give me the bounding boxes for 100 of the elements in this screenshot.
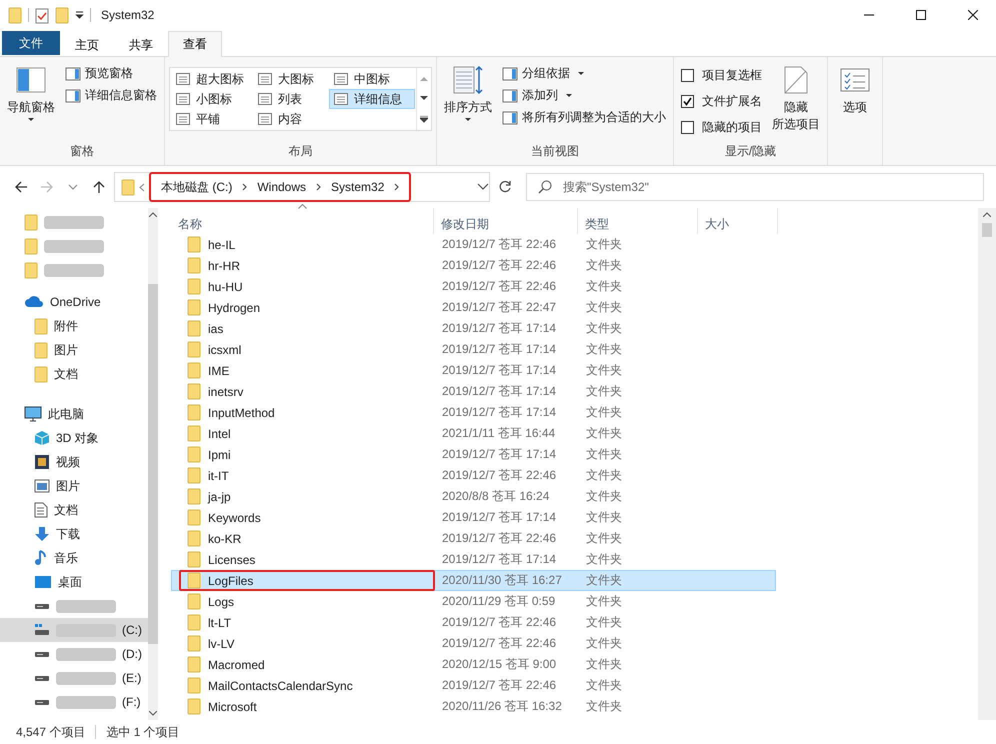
file-row[interactable]: Logs 2020/11/29 苍耳 0:59 文件夹 bbox=[171, 591, 776, 612]
breadcrumb[interactable]: 本地磁盘 (C:) bbox=[161, 178, 232, 196]
sidebar-item[interactable]: 文档 bbox=[0, 498, 148, 522]
breadcrumb[interactable]: System32 bbox=[331, 180, 384, 194]
layout-option[interactable]: 大图标 bbox=[254, 70, 328, 88]
file-row[interactable]: ias 2019/12/7 苍耳 17:14 文件夹 bbox=[171, 318, 776, 339]
dropdown-icon[interactable] bbox=[75, 11, 84, 19]
file-row[interactable]: Intel 2021/1/11 苍耳 16:44 文件夹 bbox=[171, 423, 776, 444]
sidebar-label[interactable]: OneDrive bbox=[50, 295, 101, 309]
checkbox[interactable] bbox=[681, 121, 694, 134]
column-header[interactable]: 修改日期 bbox=[434, 208, 578, 234]
sidebar-label[interactable]: 图片 bbox=[56, 478, 80, 494]
sidebar-label[interactable]: 此电脑 bbox=[48, 406, 84, 422]
layout-option[interactable]: 内容 bbox=[254, 110, 328, 128]
layout-option[interactable]: 超大图标 bbox=[172, 70, 252, 88]
layout-option[interactable]: 中图标 bbox=[330, 70, 414, 88]
ribbon-button[interactable]: 添加列 bbox=[499, 85, 669, 106]
file-row[interactable]: ko-KR 2019/12/7 苍耳 22:46 文件夹 bbox=[171, 528, 776, 549]
ribbon-button[interactable]: 将所有列调整为合适的大小 bbox=[499, 107, 669, 128]
sidebar-item[interactable]: (F:) bbox=[0, 690, 148, 714]
scroll-thumb[interactable] bbox=[982, 223, 992, 237]
file-row[interactable]: IME 2019/12/7 苍耳 17:14 文件夹 bbox=[171, 360, 776, 381]
checkbox-label[interactable]: 隐藏的项目 bbox=[702, 119, 762, 136]
layout-option[interactable]: 详细信息 bbox=[330, 90, 414, 108]
sidebar-label[interactable]: (E:) bbox=[122, 671, 142, 685]
file-row[interactable]: he-IL 2019/12/7 苍耳 22:46 文件夹 bbox=[171, 234, 776, 255]
ribbon-tab[interactable]: 共享 bbox=[114, 32, 168, 57]
layout-option[interactable]: 列表 bbox=[254, 90, 328, 108]
scroll-down-icon[interactable] bbox=[420, 96, 428, 100]
sidebar-label[interactable]: (F:) bbox=[122, 695, 141, 709]
ribbon-button[interactable]: 详细信息窗格 bbox=[62, 85, 160, 106]
sidebar-label[interactable]: (C:) bbox=[122, 623, 142, 637]
sidebar-item[interactable]: 图片 bbox=[0, 338, 148, 362]
dropdown-icon[interactable] bbox=[477, 183, 489, 191]
file-row[interactable]: Macromed 2020/12/15 苍耳 9:00 文件夹 bbox=[171, 654, 776, 675]
sidebar-item[interactable]: 桌面 bbox=[0, 570, 148, 594]
breadcrumb[interactable]: Windows bbox=[257, 180, 306, 194]
ribbon-tab[interactable]: 主页 bbox=[60, 32, 114, 57]
file-row[interactable]: lt-LT 2019/12/7 苍耳 22:46 文件夹 bbox=[171, 612, 776, 633]
checkbox-label[interactable]: 项目复选框 bbox=[702, 67, 762, 84]
sidebar-label[interactable]: 桌面 bbox=[58, 574, 82, 590]
file-row[interactable]: it-IT 2019/12/7 苍耳 22:46 文件夹 bbox=[171, 465, 776, 486]
file-row[interactable]: lv-LV 2019/12/7 苍耳 22:46 文件夹 bbox=[171, 633, 776, 654]
file-row[interactable]: Ipmi 2019/12/7 苍耳 17:14 文件夹 bbox=[171, 444, 776, 465]
address-bar[interactable]: 本地磁盘 (C:) Windows System32 bbox=[114, 172, 490, 202]
sidebar-label[interactable]: 音乐 bbox=[54, 550, 78, 566]
file-row[interactable]: icsxml 2019/12/7 苍耳 17:14 文件夹 bbox=[171, 339, 776, 360]
file-row[interactable]: Licenses 2019/12/7 苍耳 17:14 文件夹 bbox=[171, 549, 776, 570]
sidebar-item[interactable]: (E:) bbox=[0, 666, 148, 690]
chevron-right-icon[interactable] bbox=[316, 183, 322, 191]
scrollbar[interactable] bbox=[978, 208, 996, 720]
sidebar-label[interactable]: 3D 对象 bbox=[56, 430, 99, 446]
file-row[interactable]: ja-jp 2020/8/8 苍耳 16:24 文件夹 bbox=[171, 486, 776, 507]
ribbon-button[interactable]: 选项 bbox=[832, 61, 878, 118]
sidebar-item[interactable]: 下载 bbox=[0, 522, 148, 546]
checkbox[interactable] bbox=[681, 69, 694, 82]
checklist-icon[interactable] bbox=[35, 6, 49, 24]
file-row[interactable]: inetsrv 2019/12/7 苍耳 17:14 文件夹 bbox=[171, 381, 776, 402]
sidebar-item[interactable]: OneDrive bbox=[0, 290, 148, 314]
sidebar-item[interactable]: (C:) bbox=[0, 618, 148, 642]
file-row[interactable]: hu-HU 2019/12/7 苍耳 22:46 文件夹 bbox=[171, 276, 776, 297]
file-row[interactable]: MailContactsCalendarSync 2019/12/7 苍耳 22:46 文件夹 bbox=[171, 675, 776, 696]
ribbon-button[interactable]: 导航窗格 bbox=[4, 61, 58, 123]
sidebar-item[interactable]: 文档 bbox=[0, 362, 148, 386]
file-row[interactable]: InputMethod 2019/12/7 苍耳 17:14 文件夹 bbox=[171, 402, 776, 423]
ribbon-tab[interactable]: 文件 bbox=[2, 31, 60, 55]
expand-icon[interactable] bbox=[420, 116, 428, 122]
sidebar-item[interactable]: (D:) bbox=[0, 642, 148, 666]
sidebar-item[interactable]: 音乐 bbox=[0, 546, 148, 570]
file-row[interactable]: LogFiles 2020/11/30 苍耳 16:27 文件夹 bbox=[171, 570, 776, 591]
sidebar-label[interactable]: 下载 bbox=[56, 526, 80, 542]
layout-option[interactable]: 平铺 bbox=[172, 110, 252, 128]
column-header[interactable]: 大小 bbox=[698, 208, 778, 234]
file-row[interactable]: hr-HR 2019/12/7 苍耳 22:46 文件夹 bbox=[171, 255, 776, 276]
file-row[interactable]: Microsoft 2020/11/26 苍耳 16:32 文件夹 bbox=[171, 696, 776, 717]
sidebar-label[interactable]: 文档 bbox=[54, 366, 78, 382]
chevron-right-icon[interactable] bbox=[394, 183, 400, 191]
layout-option[interactable]: 小图标 bbox=[172, 90, 252, 108]
file-row[interactable]: Keywords 2019/12/7 苍耳 17:14 文件夹 bbox=[171, 507, 776, 528]
scrollbar[interactable] bbox=[148, 208, 158, 720]
ribbon-button[interactable]: 排序方式 bbox=[441, 61, 495, 123]
sidebar-item[interactable]: 3D 对象 bbox=[0, 426, 148, 450]
scroll-thumb[interactable] bbox=[148, 284, 158, 644]
sidebar-item[interactable]: 附件 bbox=[0, 314, 148, 338]
sidebar-label[interactable]: 附件 bbox=[54, 318, 78, 334]
sidebar-label[interactable]: 文档 bbox=[54, 502, 78, 518]
sidebar-label[interactable]: 视频 bbox=[56, 454, 80, 470]
sidebar-item[interactable]: 视频 bbox=[0, 450, 148, 474]
column-header[interactable]: 名称 bbox=[171, 208, 434, 234]
sidebar-label[interactable]: 图片 bbox=[54, 342, 78, 358]
ribbon-button[interactable]: 分组依据 bbox=[499, 63, 669, 84]
file-row[interactable]: Hydrogen 2019/12/7 苍耳 22:47 文件夹 bbox=[171, 297, 776, 318]
ribbon-button[interactable]: 预览窗格 bbox=[62, 63, 160, 84]
sidebar-item[interactable]: 此电脑 bbox=[0, 402, 148, 426]
column-header[interactable]: 类型 bbox=[578, 208, 698, 234]
chevron-right-icon[interactable] bbox=[242, 183, 248, 191]
sidebar-item[interactable]: 图片 bbox=[0, 474, 148, 498]
ribbon-button[interactable]: 隐藏 所选项目 bbox=[769, 61, 823, 135]
checkbox[interactable] bbox=[681, 95, 694, 108]
search-field[interactable]: 搜索"System32" bbox=[526, 173, 984, 201]
